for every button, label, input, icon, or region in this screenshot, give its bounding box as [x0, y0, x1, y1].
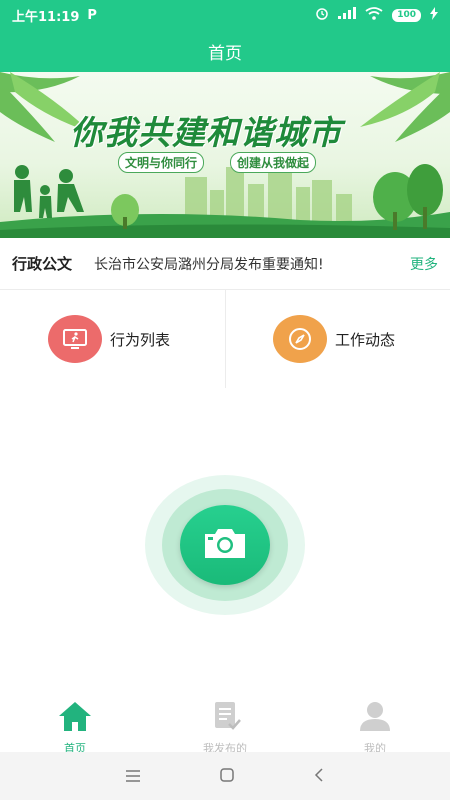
wifi-icon — [365, 6, 383, 24]
system-nav-bar — [0, 752, 450, 800]
tab-my-posts[interactable]: 我发布的 — [150, 700, 300, 755]
banner-carousel[interactable]: 你我共建和谐城市 文明与你同行 创建从我做起 — [0, 72, 450, 238]
document-check-icon — [207, 700, 243, 736]
bottom-tab-bar: 首页 我发布的 我的 — [0, 700, 450, 755]
status-indicators: 100 — [315, 6, 438, 24]
status-time: 上午11:19 — [12, 9, 80, 25]
page-title: 首页 — [208, 43, 242, 64]
status-bar: 上午11:19 P 100 — [0, 0, 450, 30]
quick-actions: 行为列表 工作动态 — [0, 290, 450, 388]
home-square-icon[interactable] — [220, 767, 234, 786]
user-icon — [357, 700, 393, 736]
work-updates-label: 工作动态 — [335, 330, 396, 349]
banner-title: 你我共建和谐城市 — [70, 113, 342, 152]
more-link[interactable]: 更多 — [410, 254, 438, 274]
banner-subtitle-right: 创建从我做起 — [230, 152, 317, 173]
menu-icon[interactable] — [126, 767, 140, 786]
parking-app-icon: P — [87, 7, 97, 23]
behavior-list-icon — [48, 315, 102, 363]
work-updates-button[interactable]: 工作动态 — [225, 290, 450, 388]
charging-icon — [430, 6, 438, 24]
notice-label: 行政公文 — [12, 255, 73, 273]
banner-illustration — [0, 72, 450, 238]
behavior-list-label: 行为列表 — [110, 330, 171, 349]
notice-text[interactable]: 长治市公安局潞州分局发布重要通知! — [94, 254, 410, 274]
tab-mine[interactable]: 我的 — [300, 700, 450, 755]
alarm-icon — [315, 6, 329, 24]
tab-home[interactable]: 首页 — [0, 700, 150, 755]
banner-subtitle-left: 文明与你同行 — [118, 152, 205, 173]
compass-icon — [273, 315, 327, 363]
camera-icon — [202, 526, 248, 564]
notice-row[interactable]: 行政公文 长治市公安局潞州分局发布重要通知! 更多 — [0, 238, 450, 290]
battery-indicator: 100 — [392, 8, 421, 22]
back-icon[interactable] — [314, 767, 324, 786]
camera-button[interactable] — [180, 505, 270, 585]
signal-icon — [338, 7, 357, 23]
quick-divider — [225, 290, 226, 388]
title-bar: 首页 — [0, 30, 450, 72]
home-icon — [57, 700, 93, 736]
behavior-list-button[interactable]: 行为列表 — [0, 290, 225, 388]
camera-button-halo — [145, 475, 305, 615]
camera-button-ring — [162, 489, 288, 601]
